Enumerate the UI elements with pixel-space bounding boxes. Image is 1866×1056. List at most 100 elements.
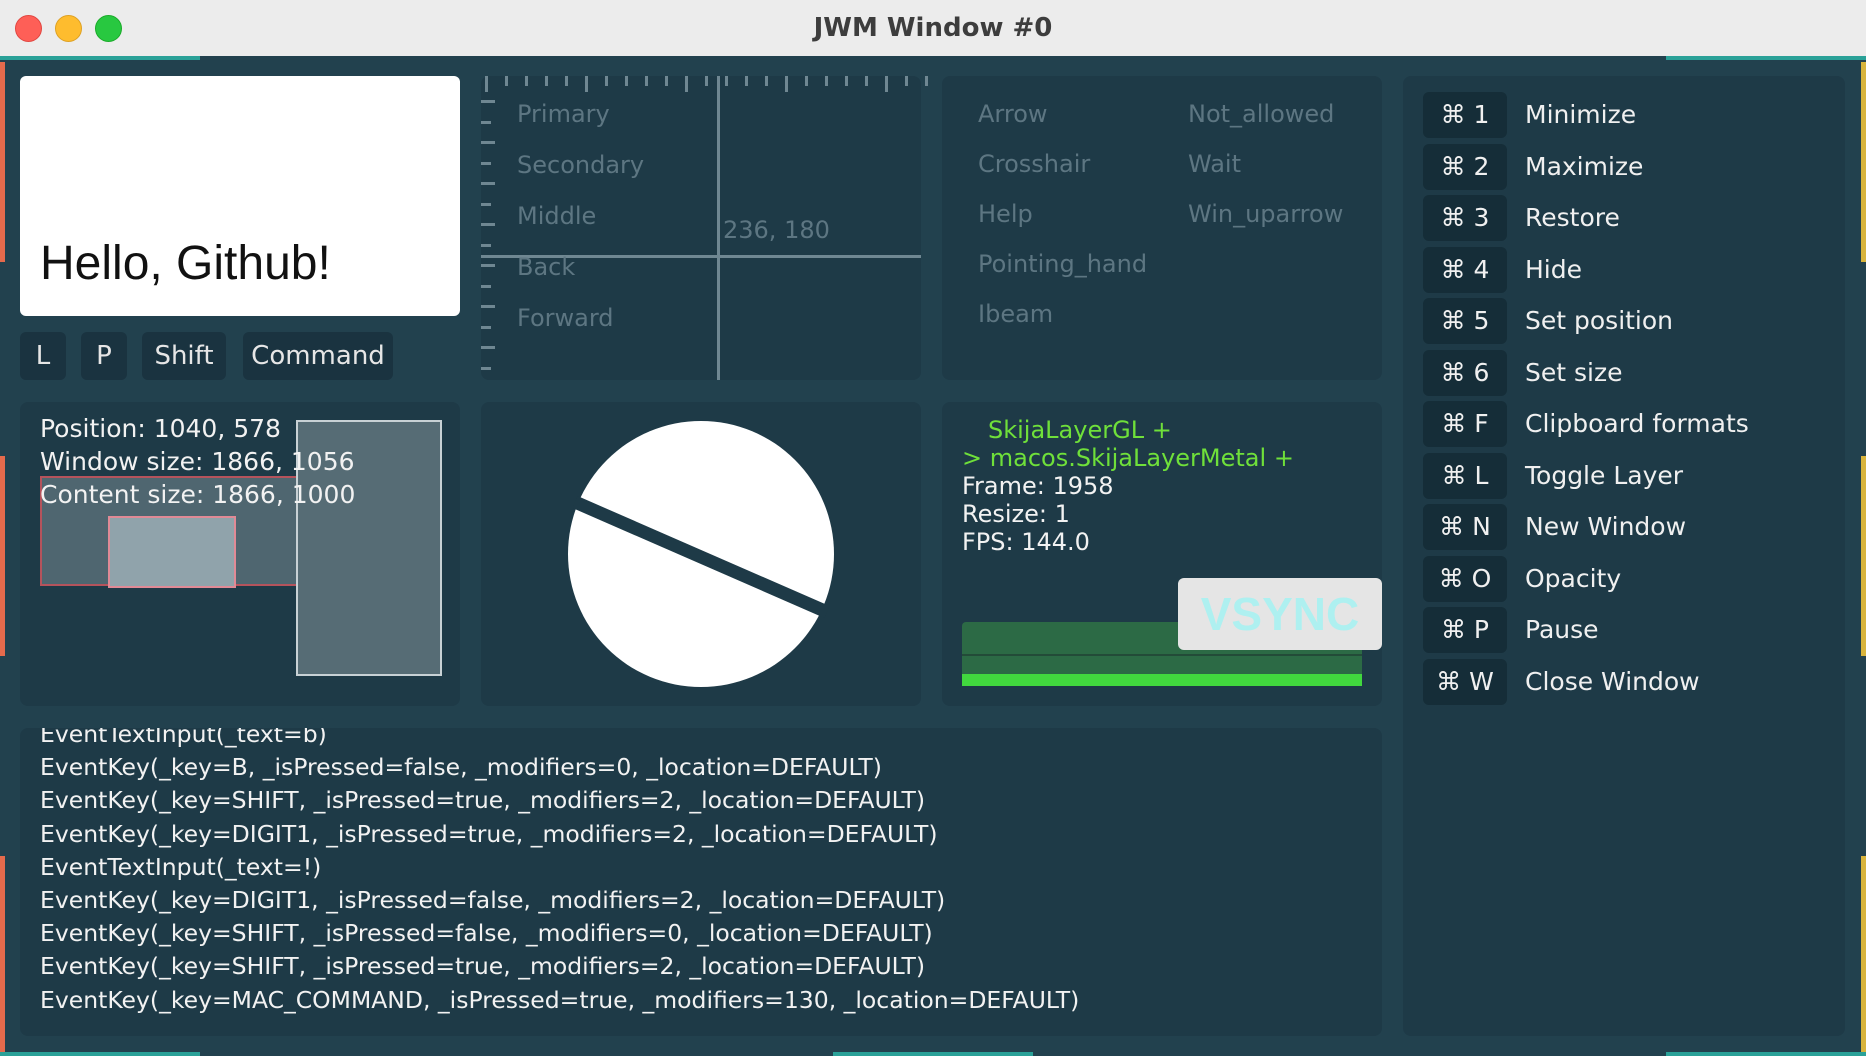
- layer-line-2: > macos.SkijaLayerMetal +: [962, 444, 1294, 472]
- cursor-option-help[interactable]: Help: [978, 200, 1033, 228]
- shortcut-key[interactable]: ⌘ O: [1423, 555, 1507, 602]
- edge-marker: [0, 56, 200, 60]
- cursor-option-arrow[interactable]: Arrow: [978, 100, 1048, 128]
- shortcut-label[interactable]: Pause: [1525, 607, 1599, 653]
- shortcut-label[interactable]: Restore: [1525, 195, 1620, 241]
- mouse-coordinates: 236, 180: [723, 216, 830, 244]
- layer-line-1: SkijaLayerGL +: [988, 416, 1172, 444]
- ruler-tick: [585, 76, 588, 92]
- resize-counter: Resize: 1: [962, 500, 1070, 528]
- edge-marker: [1861, 62, 1866, 262]
- window-title: JWM Window #0: [813, 13, 1053, 43]
- ruler-tick: [545, 76, 548, 86]
- key-indicator-l: L: [20, 332, 66, 380]
- window-size-readout: Window size: 1866, 1056: [40, 447, 355, 476]
- ruler-y: [481, 76, 497, 380]
- shortcut-label[interactable]: Maximize: [1525, 144, 1643, 190]
- ruler-tick: [885, 76, 888, 92]
- ruler-tick: [481, 100, 495, 103]
- event-log-panel: EventTextInput(_text=b) EventKey(_key=B, …: [20, 728, 1382, 1036]
- shortcut-key[interactable]: ⌘ W: [1423, 658, 1507, 705]
- shortcut-key[interactable]: ⌘ 6: [1423, 349, 1507, 396]
- log-line: EventKey(_key=DIGIT1, _isPressed=true, _…: [40, 819, 938, 848]
- shortcut-key[interactable]: ⌘ 5: [1423, 298, 1507, 344]
- mouse-panel[interactable]: Primary Secondary Middle Back Forward 23…: [481, 76, 928, 380]
- ruler-tick: [865, 76, 868, 86]
- shortcut-label[interactable]: Clipboard formats: [1525, 401, 1749, 447]
- cursor-option-win-uparrow[interactable]: Win_uparrow: [1188, 200, 1343, 228]
- ruler-tick: [481, 120, 491, 124]
- mouse-button-forward: Forward: [517, 304, 614, 332]
- shortcut-key[interactable]: ⌘ L: [1423, 452, 1507, 499]
- ruler-tick: [565, 76, 568, 86]
- cursor-option-ibeam[interactable]: Ibeam: [978, 300, 1053, 328]
- ruler-tick: [705, 76, 708, 86]
- log-line: EventKey(_key=DIGIT1, _isPressed=false, …: [40, 886, 946, 914]
- frame-counter: Frame: 1958: [962, 472, 1114, 500]
- shortcut-key[interactable]: ⌘ 1: [1423, 92, 1507, 138]
- shortcut-key[interactable]: ⌘ P: [1423, 607, 1507, 653]
- ruler-tick: [725, 76, 728, 86]
- cursor-option-wait[interactable]: Wait: [1188, 150, 1241, 178]
- ruler-tick: [605, 76, 608, 86]
- ruler-tick: [505, 76, 508, 86]
- edge-marker: [0, 62, 5, 262]
- ruler-tick: [785, 76, 788, 92]
- shortcut-label[interactable]: Toggle Layer: [1525, 453, 1683, 499]
- cursor-option-not-allowed[interactable]: Not_allowed: [1188, 100, 1334, 128]
- shortcut-key[interactable]: ⌘ F: [1423, 401, 1507, 447]
- ruler-tick: [481, 243, 491, 247]
- ruler-tick: [685, 76, 688, 92]
- shortcut-key[interactable]: ⌘ 3: [1423, 195, 1507, 241]
- shortcut-label[interactable]: Set position: [1525, 298, 1673, 344]
- ruler-tick: [481, 305, 495, 308]
- edge-marker: [1666, 1052, 1866, 1056]
- log-line: EventKey(_key=SHIFT, _isPressed=true, _m…: [40, 952, 926, 981]
- shortcuts-panel: ⌘ 1 Minimize ⌘ 2 Maximize ⌘ 3 Restore ⌘ 4 Hide ⌘…: [1403, 76, 1845, 1036]
- cursor-option-crosshair[interactable]: Crosshair: [978, 150, 1090, 178]
- crosshair-vertical: [717, 76, 720, 380]
- shortcut-label[interactable]: Opacity: [1525, 556, 1621, 602]
- log-line: EventTextInput(_text=b): [40, 728, 327, 748]
- shortcut-key[interactable]: ⌘ 2: [1423, 143, 1507, 190]
- edge-marker: [1861, 456, 1866, 656]
- text-display-panel[interactable]: Hello, Github!: [20, 76, 460, 316]
- log-line: EventKey(_key=SHIFT, _isPressed=true, _m…: [40, 786, 926, 815]
- mouse-button-primary: Primary: [517, 100, 610, 128]
- shortcut-label[interactable]: Close Window: [1525, 659, 1700, 705]
- ruler-tick: [481, 366, 491, 370]
- ruler-tick: [481, 264, 495, 267]
- key-indicator-command: Command: [243, 332, 393, 380]
- ruler-tick: [481, 141, 495, 144]
- ruler-x: [481, 76, 928, 92]
- geometry-panel: Position: 1040, 578 Window size: 1866, 1…: [20, 402, 460, 706]
- ruler-tick: [905, 76, 908, 86]
- shortcut-label[interactable]: Set size: [1525, 350, 1622, 396]
- position-readout: Position: 1040, 578: [40, 414, 281, 443]
- ruler-tick: [481, 223, 495, 226]
- ruler-tick: [765, 76, 768, 86]
- shortcut-label[interactable]: Hide: [1525, 247, 1582, 293]
- shortcut-key[interactable]: ⌘ N: [1423, 504, 1507, 550]
- ruler-tick: [525, 76, 528, 86]
- title-bar[interactable]: JWM Window #0: [0, 0, 1866, 57]
- log-line: EventKey(_key=SHIFT, _isPressed=false, _…: [40, 919, 933, 948]
- mouse-button-back: Back: [517, 253, 576, 281]
- cursor-option-pointing-hand[interactable]: Pointing_hand: [978, 250, 1147, 278]
- shortcut-label[interactable]: New Window: [1525, 504, 1686, 550]
- key-indicator-p: P: [81, 332, 127, 380]
- vsync-toggle[interactable]: VSYNC: [1178, 578, 1382, 650]
- ruler-tick: [625, 76, 628, 86]
- edge-marker: [833, 1052, 1033, 1056]
- shortcut-label[interactable]: Minimize: [1525, 92, 1636, 138]
- animation-panel: [481, 402, 921, 706]
- log-line: EventKey(_key=B, _isPressed=false, _modi…: [40, 753, 882, 782]
- key-indicator-shift: Shift: [142, 332, 226, 380]
- ruler-tick: [805, 76, 808, 86]
- edge-marker: [0, 856, 5, 1056]
- shortcut-key[interactable]: ⌘ 4: [1423, 246, 1507, 293]
- ruler-tick: [481, 161, 491, 165]
- ruler-tick: [481, 325, 491, 329]
- cursor-panel[interactable]: Arrow Crosshair Help Pointing_hand Ibeam…: [942, 76, 1382, 380]
- ruler-tick: [825, 76, 828, 86]
